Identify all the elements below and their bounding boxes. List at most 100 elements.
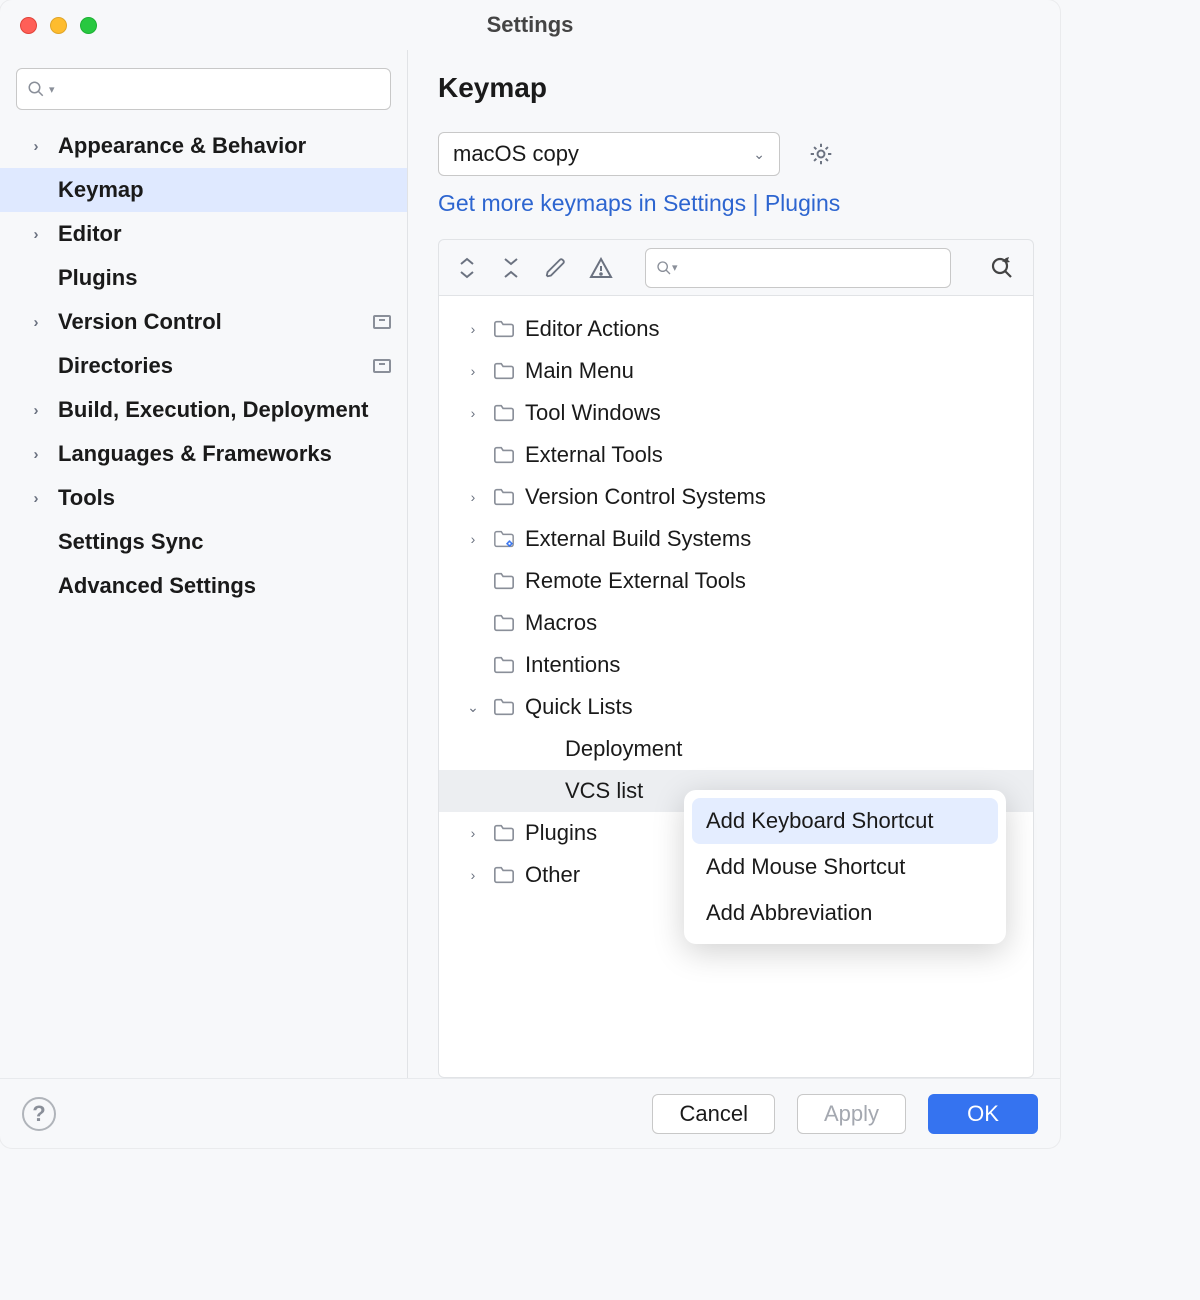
collapse-all-icon[interactable] <box>501 255 527 281</box>
chevron-right-icon: › <box>24 314 48 331</box>
folder-icon <box>493 655 515 675</box>
folder-icon <box>493 697 515 717</box>
actions-search-input[interactable] <box>682 257 940 278</box>
sidebar: ▾ › Appearance & Behavior Keymap ›Editor Plu… <box>0 50 408 1078</box>
tree-item-version-control-systems[interactable]: › Version Control Systems <box>439 476 1033 518</box>
context-menu: Add Keyboard ShortcutAdd Mouse ShortcutA… <box>684 790 1006 944</box>
nav-item-label: Settings Sync <box>58 529 391 555</box>
nav-item-label: Version Control <box>58 309 363 335</box>
dialog-footer: ? Cancel Apply OK <box>0 1078 1060 1148</box>
expand-all-icon[interactable] <box>457 255 483 281</box>
window-title: Settings <box>0 12 1060 38</box>
nav-item-label: Tools <box>58 485 391 511</box>
page-title: Keymap <box>438 72 1034 104</box>
help-button[interactable]: ? <box>22 1097 56 1131</box>
cancel-button[interactable]: Cancel <box>652 1094 774 1134</box>
tree-item-label: Intentions <box>525 652 620 678</box>
nav-item-editor[interactable]: ›Editor <box>0 212 407 256</box>
tree-item-label: Version Control Systems <box>525 484 766 510</box>
tree-item-deployment[interactable]: Deployment <box>439 728 1033 770</box>
tree-item-label: VCS list <box>565 778 643 804</box>
keymap-selected-value: macOS copy <box>453 141 579 167</box>
tree-item-remote-external-tools[interactable]: Remote External Tools <box>439 560 1033 602</box>
nav-item-tools[interactable]: › Tools <box>0 476 407 520</box>
folder-icon <box>493 319 515 339</box>
search-icon <box>27 80 45 98</box>
settings-search-input[interactable] <box>61 78 380 101</box>
nav-item-label: Build, Execution, Deployment <box>58 397 391 423</box>
tree-item-intentions[interactable]: Intentions <box>439 644 1033 686</box>
chevron-right-icon: › <box>24 402 48 419</box>
settings-window: Settings ▾ ›Appearance & BehaviorKeymap›… <box>0 0 1060 1148</box>
tree-item-label: Main Menu <box>525 358 634 384</box>
settings-nav: › Appearance & Behavior Keymap ›Editor Plugi… <box>0 124 407 608</box>
close-window-button[interactable] <box>20 17 37 34</box>
scope-badge-icon <box>373 315 391 329</box>
minimize-window-button[interactable] <box>50 17 67 34</box>
edit-icon[interactable] <box>545 257 571 279</box>
zoom-window-button[interactable] <box>80 17 97 34</box>
chevron-right-icon: › <box>463 489 483 505</box>
tree-item-tool-windows[interactable]: ›Tool Windows <box>439 392 1033 434</box>
folder-icon <box>493 487 515 507</box>
nav-item-label: Directories <box>58 353 363 379</box>
actions-search[interactable]: ▾ <box>645 248 951 288</box>
nav-item-plugins[interactable]: Plugins <box>0 256 407 300</box>
keymap-select[interactable]: macOS copy ⌄ <box>438 132 780 176</box>
tree-item-editor-actions[interactable]: › Editor Actions <box>439 308 1033 350</box>
chevron-right-icon: › <box>24 490 48 507</box>
folder-icon <box>493 403 515 423</box>
get-more-keymaps-link[interactable]: Get more keymaps in Settings | Plugins <box>438 190 1034 217</box>
chevron-right-icon: › <box>463 825 483 841</box>
tree-item-label: Plugins <box>525 820 597 846</box>
folder-icon <box>493 823 515 843</box>
context-menu-item-add-mouse-shortcut[interactable]: Add Mouse Shortcut <box>692 844 998 890</box>
apply-button[interactable]: Apply <box>797 1094 906 1134</box>
chevron-right-icon: › <box>463 363 483 379</box>
tree-item-label: Macros <box>525 610 597 636</box>
find-by-shortcut-icon[interactable] <box>989 255 1015 281</box>
folder-icon <box>493 613 515 633</box>
tree-item-label: Quick Lists <box>525 694 633 720</box>
nav-item-label: Plugins <box>58 265 391 291</box>
chevron-right-icon: › <box>463 405 483 421</box>
titlebar: Settings <box>0 0 1060 50</box>
nav-item-build-execution-deployment[interactable]: › Build, Execution, Deployment <box>0 388 407 432</box>
context-menu-item-add-keyboard-shortcut[interactable]: Add Keyboard Shortcut <box>692 798 998 844</box>
scope-badge-icon <box>373 359 391 373</box>
chevron-down-icon: ▾ <box>49 83 55 96</box>
tree-item-macros[interactable]: Macros <box>439 602 1033 644</box>
nav-item-languages-frameworks[interactable]: ›Languages & Frameworks <box>0 432 407 476</box>
nav-item-version-control[interactable]: › Version Control <box>0 300 407 344</box>
chevron-right-icon: › <box>24 138 48 155</box>
folder-icon <box>493 571 515 591</box>
nav-item-settings-sync[interactable]: Settings Sync <box>0 520 407 564</box>
tree-item-main-menu[interactable]: › Main Menu <box>439 350 1033 392</box>
nav-item-label: Advanced Settings <box>58 573 391 599</box>
tree-item-external-build-systems[interactable]: ›External Build Systems <box>439 518 1033 560</box>
gear-icon[interactable] <box>808 141 834 167</box>
nav-item-directories[interactable]: Directories <box>0 344 407 388</box>
nav-item-advanced-settings[interactable]: Advanced Settings <box>0 564 407 608</box>
context-menu-item-add-abbreviation[interactable]: Add Abbreviation <box>692 890 998 936</box>
chevron-down-icon: ⌄ <box>753 146 765 163</box>
nav-item-label: Languages & Frameworks <box>58 441 391 467</box>
settings-search[interactable]: ▾ <box>16 68 391 110</box>
chevron-right-icon: › <box>463 531 483 547</box>
actions-tree: › Editor Actions › Main Menu ›Tool Windows Ex… <box>438 295 1034 1078</box>
tree-item-external-tools[interactable]: External Tools <box>439 434 1033 476</box>
nav-item-label: Keymap <box>58 177 391 203</box>
chevron-right-icon: › <box>463 321 483 337</box>
tree-item-label: External Tools <box>525 442 663 468</box>
ok-button[interactable]: OK <box>928 1094 1038 1134</box>
folder-icon <box>493 865 515 885</box>
tree-item-label: Deployment <box>565 736 682 762</box>
nav-item-appearance-behavior[interactable]: › Appearance & Behavior <box>0 124 407 168</box>
nav-item-keymap[interactable]: Keymap <box>0 168 407 212</box>
tree-item-quick-lists[interactable]: ⌄Quick Lists <box>439 686 1033 728</box>
folder-gear-icon <box>493 529 515 549</box>
tree-item-label: Editor Actions <box>525 316 660 342</box>
chevron-right-icon: › <box>463 867 483 883</box>
warning-icon[interactable] <box>589 257 615 279</box>
nav-item-label: Appearance & Behavior <box>58 133 391 159</box>
